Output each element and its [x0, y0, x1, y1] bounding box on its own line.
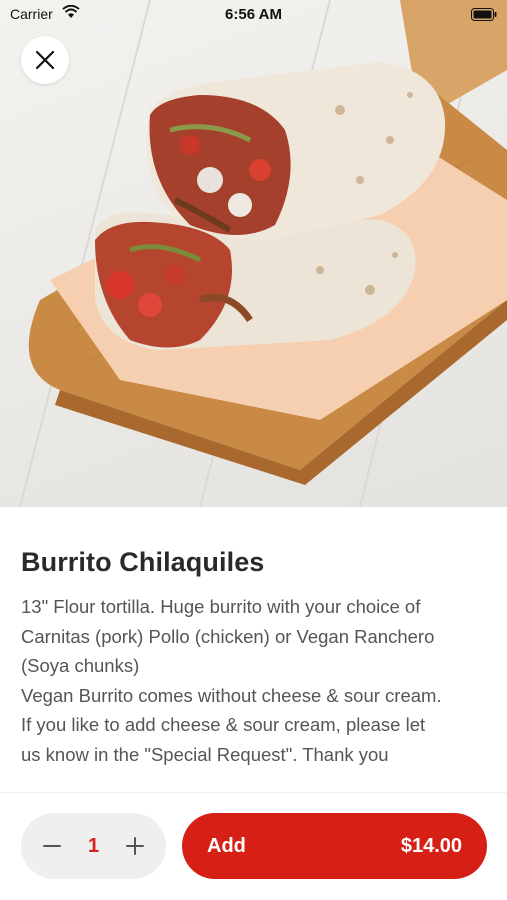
description-line: Carnitas (pork) Pollo (chicken) or Vegan…: [21, 625, 435, 647]
plus-icon: [126, 837, 144, 855]
product-detail-screen: Carrier 6:56 AM Burrito Chilaquiles 13" …: [0, 0, 507, 900]
quantity-value: 1: [87, 834, 100, 857]
status-bar: Carrier 6:56 AM: [0, 0, 507, 30]
add-to-cart-button[interactable]: Add $14.00: [182, 813, 487, 879]
close-button[interactable]: [21, 36, 69, 84]
item-description: 13" Flour tortilla. Huge burrito with yo…: [21, 592, 487, 769]
minus-icon: [43, 845, 61, 847]
item-details: Burrito Chilaquiles 13" Flour tortilla. …: [21, 547, 487, 769]
increase-quantity-button[interactable]: [124, 835, 146, 857]
add-button-price: $14.00: [400, 834, 462, 857]
decrease-quantity-button[interactable]: [41, 835, 63, 857]
add-button-label: Add: [207, 834, 246, 857]
product-photo: [0, 0, 507, 507]
battery-icon: [471, 8, 497, 21]
quantity-stepper: 1: [21, 813, 166, 879]
divider: [0, 792, 507, 793]
description-line: us know in the "Special Request". Thank …: [21, 743, 389, 765]
description-line: (Soya chunks): [21, 655, 140, 676]
burrito-illustration: [19, 0, 507, 507]
status-time: 6:56 AM: [225, 6, 282, 23]
description-line: 13" Flour tortilla. Huge burrito with yo…: [21, 596, 421, 617]
description-line: Vegan Burrito comes without cheese & sou…: [21, 684, 442, 706]
item-title: Burrito Chilaquiles: [21, 547, 265, 577]
close-icon: [35, 50, 55, 70]
description-line: If you like to add cheese & sour cream, …: [21, 714, 426, 735]
